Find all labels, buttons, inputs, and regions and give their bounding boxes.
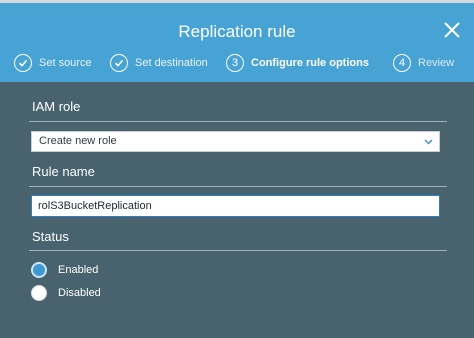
- step-label: Set destination: [135, 57, 208, 69]
- divider: [29, 250, 447, 251]
- iam-role-selected-value: Create new role: [39, 135, 117, 147]
- step-3-indicator: 3: [226, 54, 244, 72]
- step-1-indicator: [14, 54, 32, 72]
- step-4-indicator: 4: [393, 54, 411, 72]
- rule-name-input[interactable]: [31, 195, 440, 217]
- check-icon: [18, 59, 28, 67]
- step-label: Set source: [39, 57, 92, 69]
- close-icon: [444, 22, 460, 38]
- close-button[interactable]: [441, 19, 463, 41]
- check-icon: [114, 59, 124, 67]
- step-review[interactable]: 4 Review: [393, 47, 454, 79]
- status-disabled-option[interactable]: Disabled: [31, 285, 101, 301]
- radio-disabled[interactable]: [31, 285, 47, 301]
- iam-role-label: IAM role: [32, 99, 81, 114]
- radio-label: Disabled: [58, 287, 101, 299]
- step-label: Configure rule options: [251, 57, 369, 69]
- chevron-down-icon: [424, 139, 433, 145]
- step-label: Review: [418, 57, 455, 69]
- rule-name-label: Rule name: [32, 164, 95, 179]
- step-set-destination[interactable]: Set destination: [110, 47, 208, 79]
- divider: [29, 186, 447, 187]
- radio-label: Enabled: [58, 264, 99, 276]
- wizard-steps: Set source Set destination 3 Configure r…: [0, 47, 474, 79]
- status-label: Status: [32, 229, 69, 244]
- radio-enabled[interactable]: [31, 262, 47, 278]
- status-enabled-option[interactable]: Enabled: [31, 262, 98, 278]
- step-configure-rule-options[interactable]: 3 Configure rule options: [226, 47, 369, 79]
- dialog-header: Replication rule Set source Set destinat…: [0, 3, 474, 82]
- divider: [29, 121, 447, 122]
- step-2-indicator: [110, 54, 128, 72]
- dialog-title: Replication rule: [178, 22, 296, 41]
- iam-role-select[interactable]: Create new role: [31, 131, 440, 152]
- step-set-source[interactable]: Set source: [14, 47, 92, 79]
